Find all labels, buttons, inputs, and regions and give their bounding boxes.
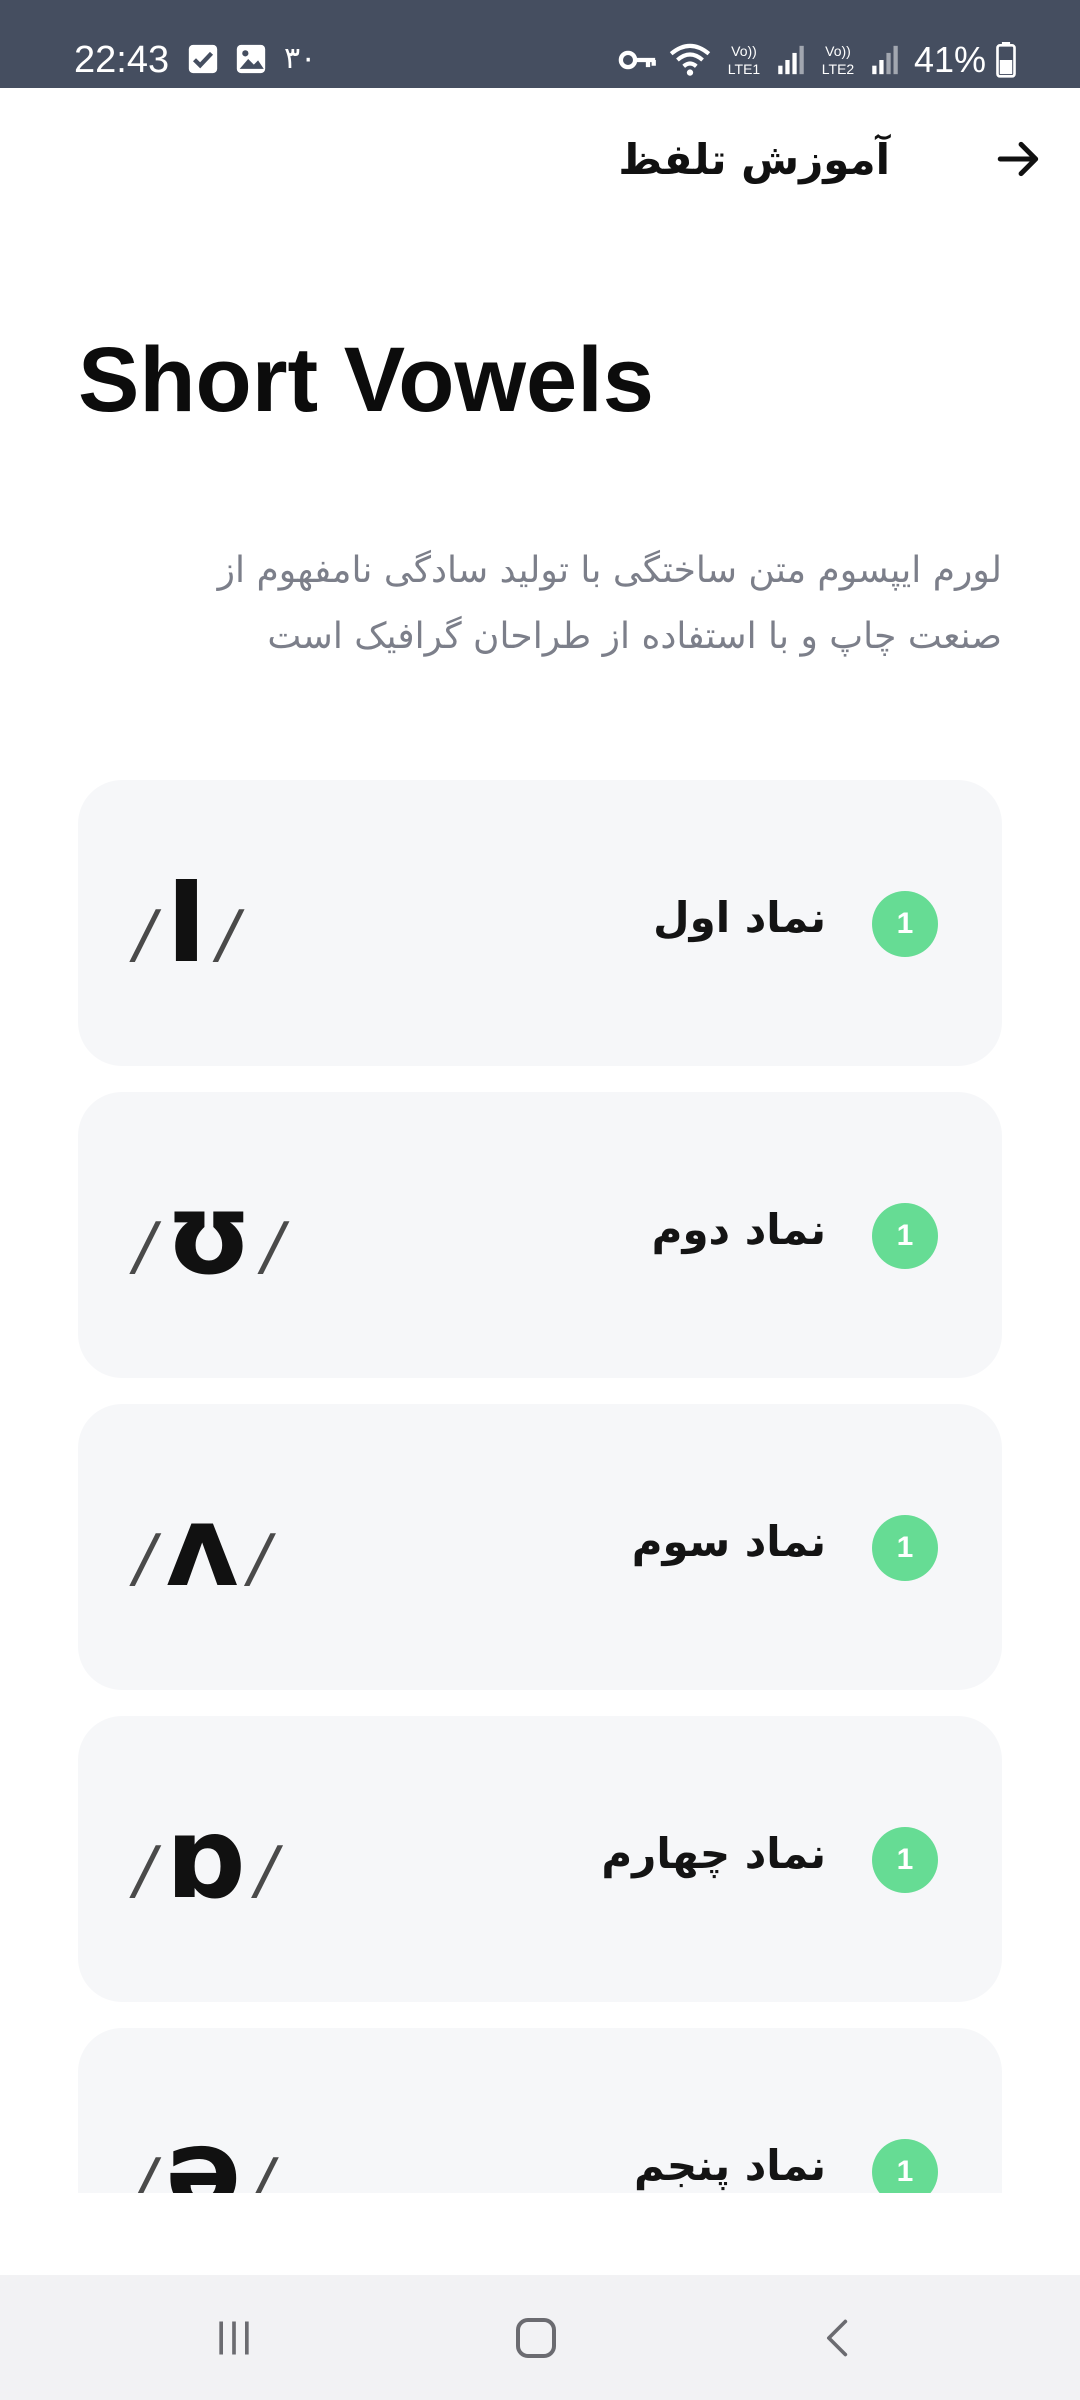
- battery-icon: [996, 42, 1016, 78]
- status-bar: 22:43 ۳۰ Vo)) LTE1 Vo)) LTE2 41%: [0, 0, 1080, 88]
- navigation-bar: [0, 2275, 1080, 2400]
- recent-apps-icon: [219, 2321, 249, 2355]
- symbol-label: نماد دوم: [651, 1205, 826, 1254]
- page-description: لورم ایپسوم متن ساختگی با تولید سادگی نا…: [217, 550, 1002, 657]
- phonetic-symbol: ʌ: [165, 1482, 239, 1612]
- count-badge: 1: [872, 891, 938, 957]
- symbol-label: نماد سوم: [631, 1517, 826, 1566]
- svg-text:Vo)): Vo)): [731, 43, 757, 59]
- phonetic-symbol: ʊ: [165, 1170, 253, 1300]
- phonetic-symbol: ɒ: [165, 1794, 246, 1924]
- signal-icon: [872, 45, 898, 75]
- symbol-card[interactable]: / ʌ / نماد سوم 1: [78, 1404, 1002, 1690]
- vpn-key-icon: [618, 50, 656, 70]
- symbol-card[interactable]: / ɒ / نماد چهارم 1: [78, 1716, 1002, 2002]
- home-icon: [516, 2318, 556, 2358]
- svg-text:Vo)): Vo)): [825, 43, 851, 59]
- signal-icon: [778, 45, 804, 75]
- battery-percentage: 41%: [913, 39, 986, 80]
- symbol-label: نماد اول: [653, 893, 826, 942]
- count-badge: 1: [872, 1827, 938, 1893]
- app-bar-title: آموزش تلفظ: [618, 135, 890, 184]
- status-system-icons: Vo)) LTE1 Vo)) LTE2 41%: [618, 38, 1016, 82]
- symbol-display: / ə /: [134, 2028, 273, 2193]
- home-button[interactable]: [496, 2305, 576, 2371]
- sim1-label: LTE1: [728, 61, 761, 77]
- phonetic-symbol: I: [165, 858, 208, 988]
- symbol-card[interactable]: / I / نماد اول 1: [78, 780, 1002, 1066]
- status-notification-icons: ۳۰: [186, 42, 316, 76]
- symbol-label: نماد پنجم: [634, 2141, 826, 2190]
- symbol-display: / ʌ /: [134, 1482, 271, 1612]
- sim1-volte-icon: Vo)) LTE1: [728, 43, 761, 77]
- wifi-icon: [669, 43, 711, 76]
- page-title: Short Vowels: [78, 329, 654, 431]
- count-badge: 1: [872, 1515, 938, 1581]
- count-badge: 1: [872, 2139, 938, 2193]
- symbol-card[interactable]: / ə / نماد پنجم 1: [78, 2028, 1002, 2193]
- recent-apps-button[interactable]: [194, 2305, 274, 2371]
- symbol-display: / ɒ /: [134, 1794, 278, 1924]
- back-icon: [827, 2319, 848, 2357]
- count-badge: 1: [872, 1203, 938, 1269]
- sim2-label: LTE2: [822, 61, 855, 77]
- app-bar: آموزش تلفظ: [0, 88, 1080, 238]
- symbol-card[interactable]: / ʊ / نماد دوم 1: [78, 1092, 1002, 1378]
- gallery-notification-icon: [236, 44, 266, 74]
- sim2-volte-icon: Vo)) LTE2: [822, 43, 855, 77]
- symbol-display: / ʊ /: [134, 1170, 284, 1300]
- arrow-right-icon: [997, 141, 1039, 177]
- back-button[interactable]: [986, 126, 1052, 192]
- status-time: 22:43: [74, 39, 170, 81]
- system-back-button[interactable]: [798, 2305, 878, 2371]
- symbol-label: نماد چهارم: [601, 1829, 826, 1878]
- symbol-display: / I /: [134, 858, 239, 988]
- symbols-list: / I / نماد اول 1 / ʊ / نماد دوم 1 / ʌ / …: [78, 780, 1002, 2193]
- checkbox-notification-icon: [188, 44, 218, 74]
- phonetic-symbol: ə: [165, 2106, 242, 2193]
- status-extra-notification: ۳۰: [284, 41, 317, 76]
